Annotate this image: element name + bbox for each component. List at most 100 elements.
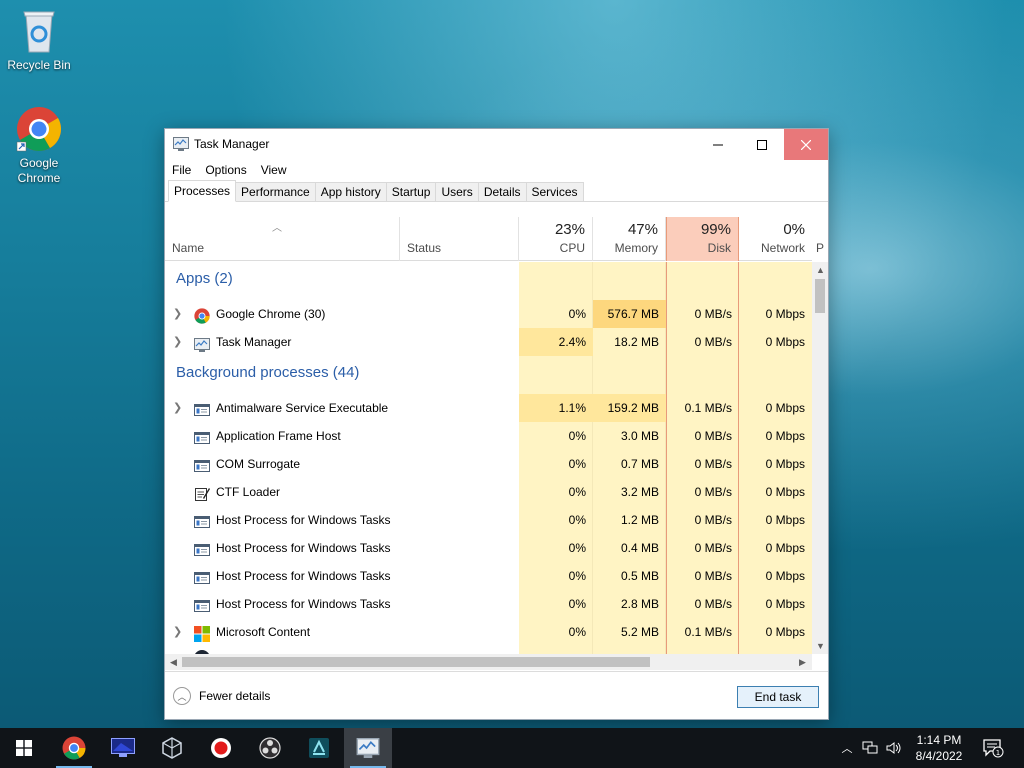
clock-date: 8/4/2022 xyxy=(915,749,963,763)
tab-details[interactable]: Details xyxy=(477,182,527,201)
group-apps-title: Apps (2) xyxy=(176,270,233,287)
horizontal-scroll-thumb[interactable] xyxy=(182,657,650,667)
column-header-cpu[interactable]: 23% CPU xyxy=(519,217,593,261)
chevron-right-icon[interactable]: ❯ xyxy=(173,300,182,328)
column-header-network[interactable]: 0% Network xyxy=(739,217,812,261)
network-cell: 0 Mbps xyxy=(765,625,805,639)
tab-processes[interactable]: Processes xyxy=(168,180,237,202)
task-manager-window: Task Manager File Options View Processes… xyxy=(164,128,829,720)
chevron-right-icon[interactable]: ❯ xyxy=(173,618,182,646)
task-manager-icon xyxy=(356,738,380,758)
table-row[interactable]: Host Process for Windows Tasks 0% 0.4 MB 0 … xyxy=(165,534,812,562)
tab-services[interactable]: Services xyxy=(525,182,584,201)
scroll-left-icon[interactable]: ◀ xyxy=(170,657,177,668)
taskbar-hyper-v[interactable] xyxy=(99,728,147,768)
title-bar[interactable]: Task Manager xyxy=(165,129,828,160)
fewer-details-link[interactable]: ︿ Fewer details xyxy=(173,687,270,705)
cpu-cell: 0% xyxy=(568,429,586,443)
chrome-icon xyxy=(62,736,86,760)
chrome-label-line1: Google xyxy=(19,156,59,170)
taskbar-obs[interactable] xyxy=(246,728,294,768)
volume-icon[interactable] xyxy=(886,741,902,755)
clock[interactable]: 1:14 PM 8/4/2022 xyxy=(906,732,972,764)
network-icon[interactable] xyxy=(862,741,878,755)
process-name: Host Process for Windows Tasks xyxy=(216,569,391,583)
desktop-recycle-bin[interactable]: Recycle Bin xyxy=(2,6,76,73)
maximize-button[interactable] xyxy=(740,129,784,160)
scroll-right-icon[interactable]: ▶ xyxy=(799,657,806,668)
group-apps[interactable]: Apps (2) xyxy=(165,262,812,298)
vertical-scroll-thumb[interactable] xyxy=(815,279,825,313)
process-name-cell: ❯ Task Manager xyxy=(165,328,519,356)
disk-cell: 0 MB/s xyxy=(694,597,732,611)
menu-view[interactable]: View xyxy=(261,163,287,177)
process-name-cell: COM Surrogate xyxy=(165,450,519,478)
process-name: Google Chrome (30) xyxy=(216,307,326,321)
cpu-cell: 0% xyxy=(568,307,586,321)
close-button[interactable] xyxy=(784,129,828,160)
taskbar-task-manager[interactable] xyxy=(344,728,392,768)
scroll-down-icon[interactable]: ▼ xyxy=(816,641,825,651)
cpu-cell: 0% xyxy=(568,513,586,527)
column-header-disk[interactable]: 99% Disk xyxy=(666,217,739,261)
group-background-processes[interactable]: Background processes (44) xyxy=(165,356,812,392)
table-row[interactable]: Host Process for Windows Tasks 0% 0.5 MB 0 … xyxy=(165,562,812,590)
taskbar-azure-data[interactable] xyxy=(295,728,343,768)
chevron-right-icon[interactable]: ❯ xyxy=(173,328,182,356)
minimize-button[interactable] xyxy=(696,129,740,160)
column-name-label: Name xyxy=(172,241,205,255)
column-header-power-partial[interactable]: P xyxy=(812,217,828,261)
task-manager-icon xyxy=(173,137,189,151)
table-row[interactable]: ❯ Antimalware Service Executable 1.1% 159.2… xyxy=(165,394,812,422)
horizontal-scrollbar[interactable]: ◀ ▶ xyxy=(165,654,812,670)
desktop-google-chrome[interactable]: Google Chrome xyxy=(2,106,76,186)
chevron-right-icon[interactable]: ❯ xyxy=(173,394,182,422)
taskbar-recorder[interactable] xyxy=(197,728,245,768)
notification-count: 1 xyxy=(996,749,1000,757)
process-name-cell: Host Process for Windows Tasks xyxy=(165,562,519,590)
table-row[interactable]: ❯ Task Manager 2.4% 18.2 MB 0 MB/s 0 Mbps xyxy=(165,328,812,356)
table-row[interactable]: COM Surrogate 0% 0.7 MB 0 MB/s 0 Mbps xyxy=(165,450,812,478)
table-row[interactable]: ❯ Microsoft Content 0% 5.2 MB 0.1 MB/s 0 Mbps xyxy=(165,618,812,646)
maximize-icon xyxy=(757,139,767,150)
tab-startup[interactable]: Startup xyxy=(385,182,437,201)
tab-performance[interactable]: Performance xyxy=(235,182,316,201)
chevron-up-icon: ︿ xyxy=(173,687,191,705)
table-row[interactable]: Host Process for Windows Tasks 0% 2.8 MB 0 … xyxy=(165,590,812,618)
start-button[interactable] xyxy=(0,728,48,768)
table-row[interactable]: CTF Loader 0% 3.2 MB 0 MB/s 0 Mbps xyxy=(165,478,812,506)
scroll-up-icon[interactable]: ▲ xyxy=(816,265,825,275)
action-center-button[interactable]: 1 xyxy=(982,728,1004,768)
column-header-memory[interactable]: 47% Memory xyxy=(593,217,666,261)
disk-cell: 0 MB/s xyxy=(694,485,732,499)
network-cell: 0 Mbps xyxy=(765,457,805,471)
menu-file[interactable]: File xyxy=(172,163,191,177)
disk-cell: 0 MB/s xyxy=(694,541,732,555)
table-row[interactable]: Host Process for Windows Tasks 0% 1.2 MB 0 … xyxy=(165,506,812,534)
cpu-cell: 2.4% xyxy=(519,328,593,356)
network-cell: 0 Mbps xyxy=(765,597,805,611)
process-name-cell: Application Frame Host xyxy=(165,422,519,450)
column-header-status[interactable]: Status xyxy=(400,217,519,261)
process-name: Application Frame Host xyxy=(216,429,341,443)
network-label: Network xyxy=(760,241,805,255)
window-title: Task Manager xyxy=(194,137,270,151)
table-row[interactable]: ❯ Google Chrome (30) 0% 576.7 MB 0 MB/s 0 Mbp… xyxy=(165,300,812,328)
taskbar-chrome[interactable] xyxy=(50,728,98,768)
process-table: Apps (2) ❯ Google Chrome (30) 0% 576.7 MB 0 … xyxy=(165,262,812,654)
task-manager-icon xyxy=(194,334,210,352)
taskbar: ︿ 1:14 PM 8/4/2022 1 xyxy=(0,728,1024,768)
tab-app-history[interactable]: App history xyxy=(314,182,387,201)
table-row[interactable]: Application Frame Host 0% 3.0 MB 0 MB/s 0 Mb… xyxy=(165,422,812,450)
ctf-loader-icon xyxy=(194,484,210,501)
tab-users[interactable]: Users xyxy=(435,182,479,201)
vertical-scrollbar[interactable]: ▲ ▼ xyxy=(812,262,828,654)
end-task-button[interactable]: End task xyxy=(737,686,819,708)
column-header-name[interactable]: ︿ Name xyxy=(165,217,400,261)
process-name: Microsoft Content xyxy=(216,625,311,639)
taskbar-virtualbox[interactable] xyxy=(148,728,196,768)
cpu-cell: 0% xyxy=(568,625,586,639)
service-window-icon xyxy=(194,596,210,612)
show-hidden-icons-chevron-icon[interactable]: ︿ xyxy=(838,740,856,756)
menu-options[interactable]: Options xyxy=(205,163,246,177)
